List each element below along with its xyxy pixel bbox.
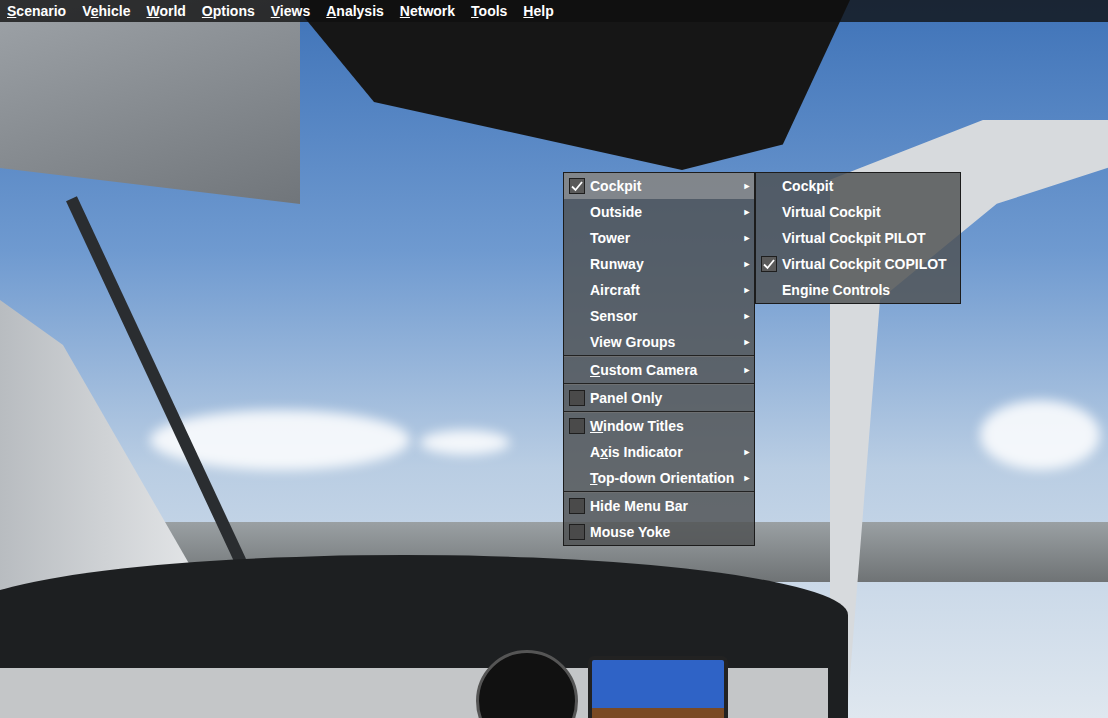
menu-bar-item[interactable]: Options xyxy=(195,1,264,22)
menu-bar-item[interactable]: Help xyxy=(516,1,562,22)
menu-separator xyxy=(564,383,754,385)
menu-separator xyxy=(564,355,754,357)
menu-bar-item[interactable]: World xyxy=(139,1,194,22)
submenu-arrow-icon: ► xyxy=(740,181,754,191)
menu-bar-item[interactable]: Network xyxy=(393,1,464,22)
attitude-indicator xyxy=(588,656,728,718)
menu-item[interactable]: Aircraft► xyxy=(564,277,754,303)
checkbox-icon[interactable] xyxy=(569,390,585,406)
checkbox-icon[interactable] xyxy=(569,498,585,514)
submenu-arrow-icon: ► xyxy=(740,259,754,269)
submenu-item[interactable]: Virtual Cockpit COPILOT xyxy=(756,251,960,277)
menu-item[interactable]: Mouse Yoke xyxy=(564,519,754,545)
menu-item[interactable]: Cockpit► xyxy=(564,173,754,199)
menu-bar-item[interactable]: Scenario xyxy=(0,1,75,22)
menu-item[interactable]: Outside► xyxy=(564,199,754,225)
menu-item[interactable]: Hide Menu Bar xyxy=(564,493,754,519)
checkbox-icon[interactable] xyxy=(569,524,585,540)
menu-bar: ScenarioVehicleWorldOptionsViewsAnalysis… xyxy=(0,0,1108,22)
cockpit-submenu: CockpitVirtual CockpitVirtual Cockpit PI… xyxy=(755,172,961,304)
submenu-item[interactable]: Virtual Cockpit PILOT xyxy=(756,225,960,251)
submenu-item[interactable]: Virtual Cockpit xyxy=(756,199,960,225)
submenu-arrow-icon: ► xyxy=(740,365,754,375)
menu-item[interactable]: Panel Only xyxy=(564,385,754,411)
menu-bar-item[interactable]: Analysis xyxy=(319,1,393,22)
menu-bar-item[interactable]: Tools xyxy=(464,1,516,22)
checked-box-icon[interactable] xyxy=(569,178,585,194)
menu-item[interactable]: View Groups► xyxy=(564,329,754,355)
cloud xyxy=(420,430,510,455)
cockpit-scene xyxy=(0,0,1108,718)
submenu-arrow-icon: ► xyxy=(740,207,754,217)
submenu-arrow-icon: ► xyxy=(740,473,754,483)
menu-item[interactable]: Custom Camera► xyxy=(564,357,754,383)
menu-item[interactable]: Top-down Orientation► xyxy=(564,465,754,491)
menu-item[interactable]: Tower► xyxy=(564,225,754,251)
submenu-item[interactable]: Engine Controls xyxy=(756,277,960,303)
cloud xyxy=(980,400,1100,470)
menu-bar-item[interactable]: Vehicle xyxy=(75,1,139,22)
submenu-arrow-icon: ► xyxy=(740,285,754,295)
submenu-item[interactable]: Cockpit xyxy=(756,173,960,199)
checkbox-icon[interactable] xyxy=(569,418,585,434)
menu-item[interactable]: Axis Indicator► xyxy=(564,439,754,465)
menu-item[interactable]: Runway► xyxy=(564,251,754,277)
menu-bar-item[interactable]: Views xyxy=(264,1,319,22)
menu-item[interactable]: Window Titles xyxy=(564,413,754,439)
checked-box-icon[interactable] xyxy=(761,256,777,272)
submenu-arrow-icon: ► xyxy=(740,233,754,243)
menu-separator xyxy=(564,411,754,413)
submenu-arrow-icon: ► xyxy=(740,311,754,321)
submenu-arrow-icon: ► xyxy=(740,337,754,347)
menu-item[interactable]: Sensor► xyxy=(564,303,754,329)
views-menu: Cockpit►Outside►Tower►Runway►Aircraft►Se… xyxy=(563,172,755,546)
simulator-screen: ScenarioVehicleWorldOptionsViewsAnalysis… xyxy=(0,0,1108,718)
submenu-arrow-icon: ► xyxy=(740,447,754,457)
menu-separator xyxy=(564,491,754,493)
